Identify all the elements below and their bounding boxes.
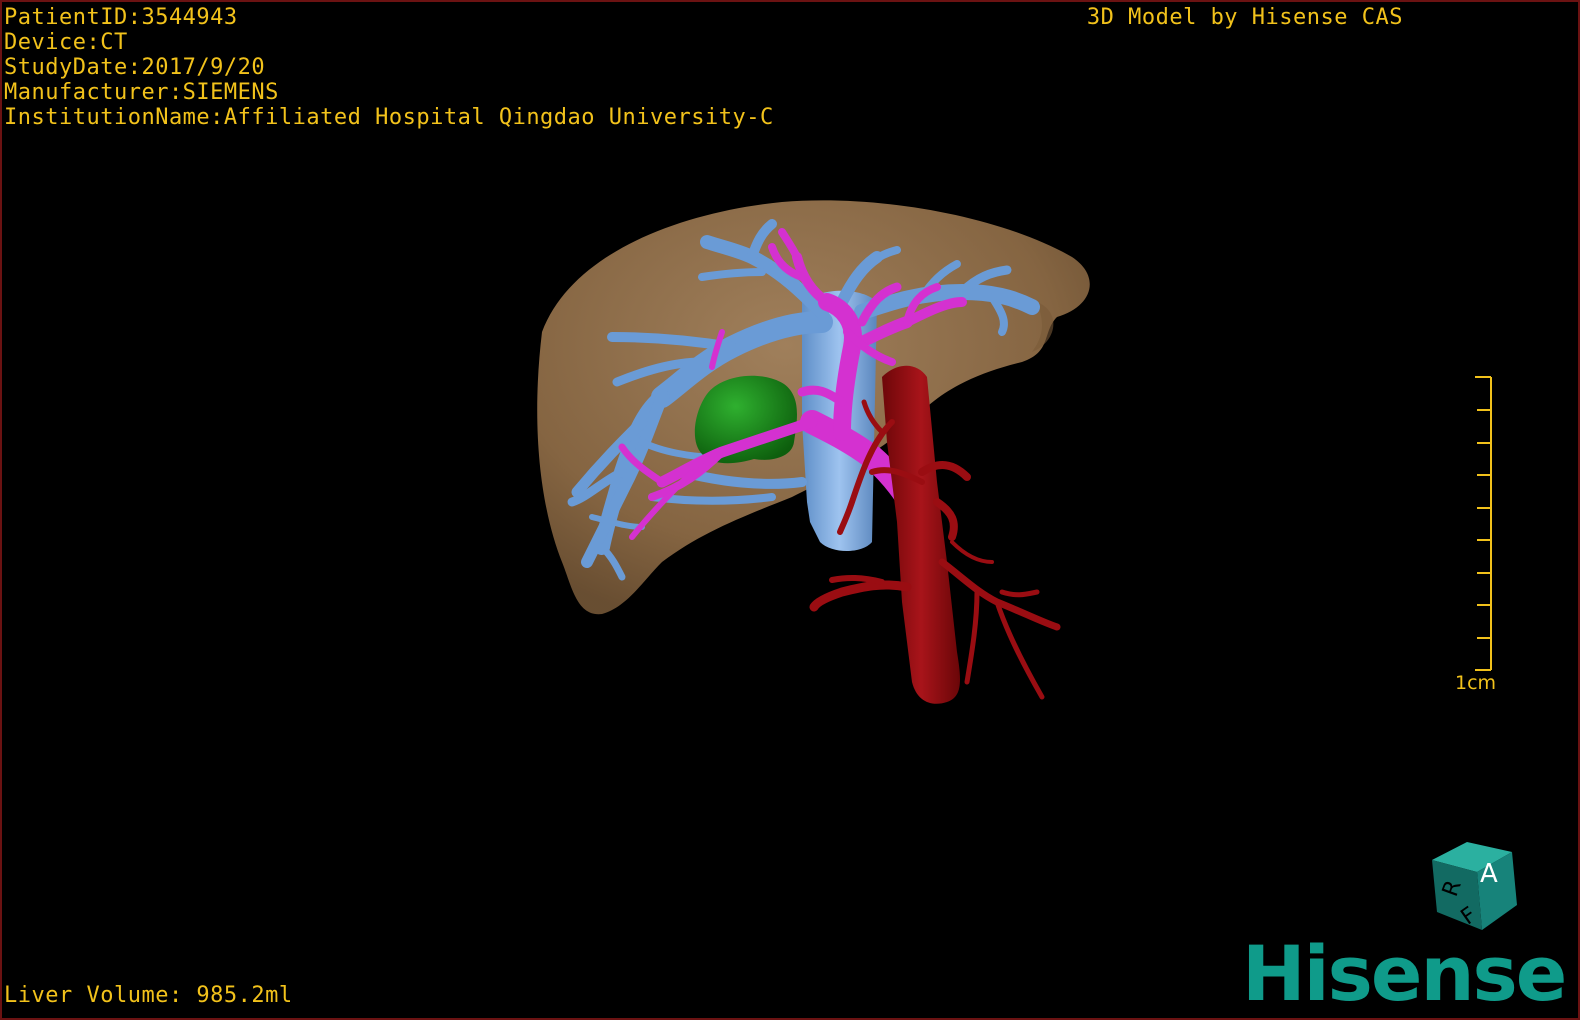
liver-volume-text: Liver Volume: 985.2ml bbox=[4, 983, 293, 1008]
scale-ruler bbox=[1475, 376, 1492, 671]
orientation-cube[interactable]: A R F bbox=[1422, 840, 1522, 935]
study-date-text: StudyDate:2017/9/20 bbox=[4, 55, 266, 80]
liver-3d-model[interactable] bbox=[2, 2, 1578, 1018]
scale-label: 1cm bbox=[1455, 672, 1497, 694]
cube-face-top-label: A bbox=[1480, 859, 1498, 889]
hisense-logo: Hisense bbox=[1242, 929, 1567, 1018]
patient-id-text: PatientID:3544943 bbox=[4, 5, 238, 30]
device-text: Device:CT bbox=[4, 30, 128, 55]
institution-text: InstitutionName:Affiliated Hospital Qing… bbox=[4, 105, 774, 130]
aorta bbox=[882, 365, 960, 704]
model-credit-text: 3D Model by Hisense CAS bbox=[1086, 5, 1403, 30]
manufacturer-text: Manufacturer:SIEMENS bbox=[4, 80, 279, 105]
3d-viewport[interactable]: PatientID:3544943 Device:CT StudyDate:20… bbox=[0, 0, 1580, 1020]
dicom-info-overlay: PatientID:3544943 Device:CT StudyDate:20… bbox=[4, 5, 774, 130]
